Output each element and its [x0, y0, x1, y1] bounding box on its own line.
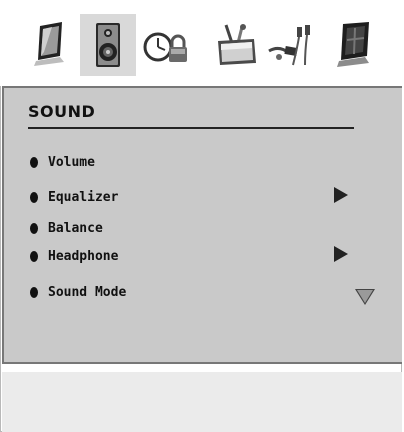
settings-icon	[337, 22, 369, 67]
bullet-icon	[30, 222, 38, 234]
menu-item-equalizer[interactable]: Equalizer	[30, 186, 118, 208]
menu-item-label: Volume	[48, 154, 95, 170]
bullet-icon	[30, 250, 38, 262]
menu-item-headphone[interactable]: Headphone	[30, 245, 118, 267]
menu-item-label: Balance	[48, 220, 103, 236]
menu-item-label: Equalizer	[48, 189, 119, 205]
headphone-submenu-arrow-icon[interactable]	[334, 246, 348, 262]
bullet-icon	[30, 191, 38, 203]
equalizer-submenu-arrow-icon[interactable]	[334, 187, 348, 203]
menu-item-label: Headphone	[48, 248, 119, 264]
tab-sound[interactable]	[80, 14, 136, 76]
menu-item-sound-mode[interactable]: Sound Mode	[30, 281, 126, 303]
scroll-down-arrow-icon[interactable]	[355, 289, 375, 305]
tab-picture[interactable]	[22, 14, 78, 76]
menu-item-label: Sound Mode	[48, 284, 127, 300]
picture-icon	[34, 22, 64, 66]
feature-icon	[143, 32, 187, 62]
title-underline	[28, 127, 354, 129]
tab-feature[interactable]	[138, 14, 194, 76]
bullet-icon	[30, 286, 38, 298]
bullet-icon	[30, 156, 38, 168]
tab-install[interactable]	[208, 14, 264, 76]
source-icon	[268, 25, 310, 66]
info-bar	[2, 372, 402, 432]
sound-icon	[96, 23, 120, 67]
tab-source[interactable]	[264, 14, 320, 76]
menu-icon-bar	[0, 0, 404, 86]
tab-settings[interactable]	[326, 14, 382, 76]
menu-item-balance[interactable]: Balance	[30, 217, 103, 239]
menu-item-volume[interactable]: Volume	[30, 151, 95, 173]
menu-title: SOUND	[28, 102, 96, 121]
install-icon	[218, 24, 256, 65]
